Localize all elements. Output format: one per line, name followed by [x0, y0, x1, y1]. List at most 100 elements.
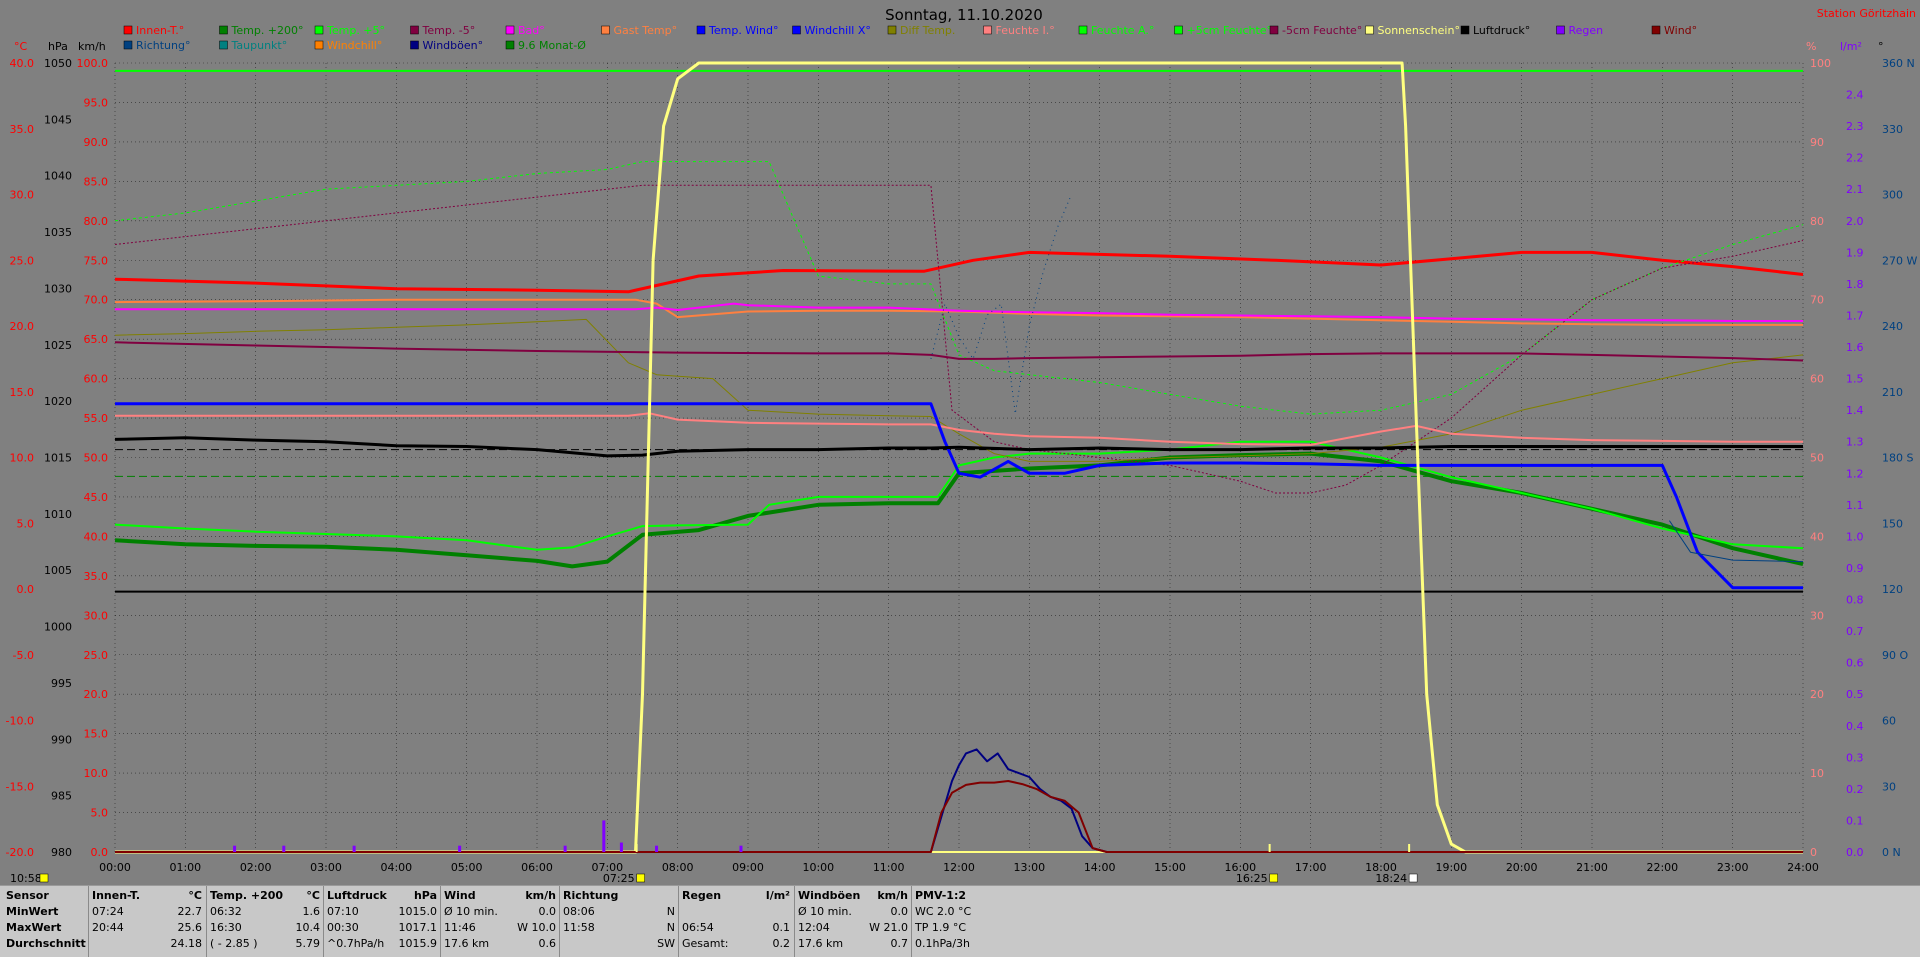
column-separator [206, 886, 207, 957]
column-separator [678, 886, 679, 957]
table-row-labels: Sensor MinWert MaxWert Durchschnitt [6, 888, 86, 952]
rain-tick: 0.2 [1846, 783, 1864, 796]
time-tick: 02:00 [240, 861, 272, 874]
rain-tick: 0.3 [1846, 751, 1864, 764]
legend-swatch [219, 40, 228, 50]
legend-label: Bad° [518, 24, 545, 37]
cell-time: 06:54 [682, 921, 714, 934]
legend-label: Taupunkt° [231, 39, 288, 52]
direction-tick: 300 [1882, 189, 1903, 202]
cell-value: W 10.0 [517, 921, 556, 934]
hpa-tick: 1020 [44, 395, 72, 408]
legend-swatch [1269, 25, 1279, 35]
column-separator [559, 886, 560, 957]
legend-swatch [410, 25, 419, 35]
sunset-icon [1408, 873, 1418, 883]
hpa-tick: 985 [51, 790, 72, 803]
legend-swatch [696, 25, 706, 35]
row-label-text: Durchschnitt [6, 937, 86, 950]
chart-background [0, 0, 1920, 885]
rain-tick: 0.0 [1846, 846, 1864, 859]
kmh-tick: 25.0 [84, 649, 109, 662]
cell-time: 06:32 [210, 905, 242, 918]
cell-time: TP 1.9 °C [915, 921, 967, 934]
start-time-label: 10:58 [10, 872, 42, 885]
rain-tick: 1.3 [1846, 436, 1864, 449]
table-cell-row: TP 1.9 °C [915, 920, 1015, 936]
legend-swatch [1365, 25, 1374, 35]
legend-swatch [1651, 25, 1661, 35]
temp-tick: -20.0 [6, 846, 34, 859]
row-label: Sensor [6, 888, 86, 904]
rain-tick: 0.6 [1846, 657, 1864, 670]
kmh-tick: 95.0 [84, 96, 109, 109]
table-cell-row: WC 2.0 °C [915, 904, 1015, 920]
table-cell-row: 07:10 1015.0 [327, 904, 437, 920]
kmh-tick: 80.0 [84, 215, 109, 228]
column-name: Richtung [563, 889, 619, 902]
time-tick: 17:00 [1295, 861, 1327, 874]
legend-swatch [1556, 25, 1565, 35]
legend-label: +5cm Feuchte° [1187, 24, 1273, 37]
legend-label: Temp. -5° [422, 24, 476, 37]
hpa-tick: 995 [51, 677, 72, 690]
time-tick: 04:00 [380, 861, 412, 874]
cell-value: 0.0 [890, 905, 909, 918]
rain-tick: 1.9 [1846, 246, 1864, 259]
column-header: Regen l/m² [682, 888, 790, 904]
start-time-icon [39, 873, 49, 883]
column-name: Regen [682, 889, 722, 902]
rain-tick: 2.1 [1846, 183, 1864, 196]
legend-label: Feuchte A.° [1091, 24, 1154, 37]
time-tick: 13:00 [1013, 861, 1045, 874]
station-name: Station Göritzhain [1817, 7, 1916, 20]
row-label-text: MaxWert [6, 921, 62, 934]
percent-tick: 60 [1810, 373, 1824, 386]
hpa-tick: 980 [51, 846, 72, 859]
kmh-tick: 60.0 [84, 373, 109, 386]
kmh-tick: 100.0 [77, 57, 109, 70]
percent-tick: 10 [1810, 767, 1824, 780]
legend-label: Feuchte I.° [996, 24, 1055, 37]
cell-time: 11:46 [444, 921, 476, 934]
cell-time: 11:58 [563, 921, 595, 934]
kmh-tick: 20.0 [84, 688, 109, 701]
cell-value: SW [657, 937, 675, 950]
cell-value: 1.6 [302, 905, 321, 918]
table-cell-row: 16:30 10.4 [210, 920, 320, 936]
cell-value: 1015.0 [398, 905, 438, 918]
cell-time: Ø 10 min. [444, 905, 498, 918]
legend-swatch [505, 40, 515, 50]
legend-label: Windchill° [327, 39, 382, 52]
time-tick: 24:00 [1787, 861, 1819, 874]
legend-swatch [601, 25, 610, 35]
temp-tick: 0.0 [17, 583, 35, 596]
percent-tick: 50 [1810, 452, 1824, 465]
percent-tick: 30 [1810, 609, 1824, 622]
hpa-tick: 1005 [44, 564, 72, 577]
cell-value: 0.0 [538, 905, 557, 918]
percent-tick: 40 [1810, 530, 1824, 543]
cell-value: 5.79 [295, 937, 321, 950]
table-column: Regen l/m² 06:54 0.1 Gesamt: 0.2 [682, 888, 790, 952]
rain-tick: 1.0 [1846, 530, 1864, 543]
table-cell-row: Ø 10 min. 0.0 [444, 904, 556, 920]
temp-tick: 15.0 [10, 386, 35, 399]
table-cell-row [682, 904, 790, 920]
kmh-tick: 85.0 [84, 175, 109, 188]
rain-tick: 0.4 [1846, 720, 1864, 733]
direction-tick: 60 [1882, 715, 1896, 728]
table-cell-row: SW [563, 936, 675, 952]
column-header: Richtung [563, 888, 675, 904]
legend-label: Richtung° [136, 39, 190, 52]
rain-tick: 1.8 [1846, 278, 1864, 291]
column-header: Luftdruck hPa [327, 888, 437, 904]
legend-label: Gast Temp° [614, 24, 678, 37]
direction-tick: 240 [1882, 320, 1903, 333]
column-header: Wind km/h [444, 888, 556, 904]
time-tick: 20:00 [1506, 861, 1538, 874]
time-tick: 10:00 [802, 861, 834, 874]
rain-tick: 0.1 [1846, 814, 1864, 827]
row-label-text: Sensor [6, 889, 49, 902]
direction-tick: 330 [1882, 123, 1903, 136]
